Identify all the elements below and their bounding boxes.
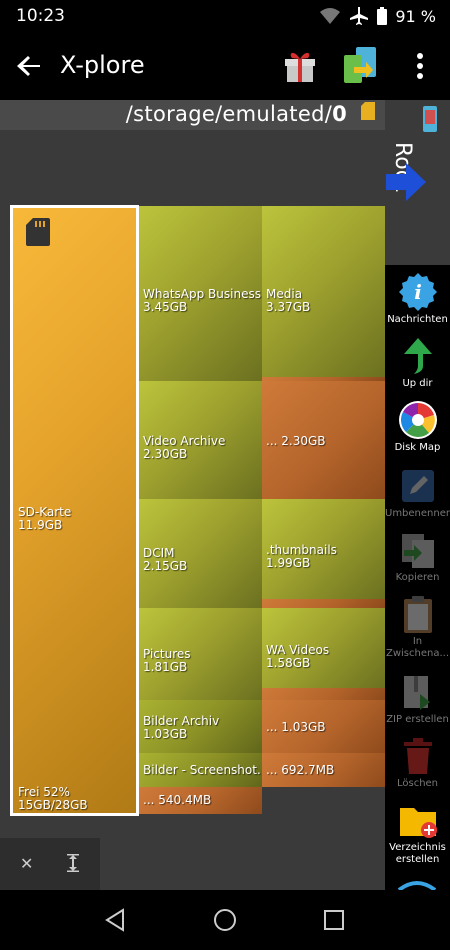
folder-block[interactable]: WA Videos 1.58GB — [262, 608, 385, 688]
current-path: /storage/emulated/0 — [125, 102, 347, 126]
expand-icon[interactable] — [66, 854, 80, 872]
toolbar-umbenennen[interactable]: Umbenennen — [385, 466, 450, 520]
battery-icon — [377, 7, 388, 25]
sd-card-icon — [26, 218, 50, 246]
partial-toolbar-icon — [397, 881, 437, 890]
overflow-menu-icon[interactable] — [410, 50, 430, 82]
folder-block[interactable]: ... 1.03GB — [262, 700, 385, 753]
sd-card-free-detail: 15GB/28GB — [18, 798, 88, 812]
wifi-icon — [320, 8, 341, 24]
svg-text:i: i — [414, 280, 422, 304]
sd-card-block[interactable]: SD-Karte 11.9GB Frei 52% 15GB/28GB — [10, 205, 139, 816]
info-icon: i — [398, 273, 437, 311]
phone-icon — [423, 106, 437, 132]
back-arrow-icon[interactable] — [14, 50, 46, 82]
status-icons: 91 % — [319, 6, 436, 26]
folder-block[interactable]: Media 3.37GB — [262, 206, 385, 377]
folder-block[interactable]: Video Archive 2.30GB — [139, 381, 262, 499]
folder-block[interactable]: ... 692.7MB — [262, 753, 385, 787]
disk-map-icon — [398, 401, 437, 439]
sd-card-size: 11.9GB — [18, 518, 63, 532]
trash-icon — [403, 738, 432, 774]
folder-block[interactable]: ... 540.4MB — [139, 787, 262, 814]
toolbar-in-zwischenablage[interactable]: In Zwischena... — [385, 594, 450, 660]
copy-icon — [401, 534, 434, 568]
toolbar-nachrichten[interactable]: i Nachrichten — [385, 272, 450, 326]
blue-arrow-icon — [386, 163, 426, 201]
zip-icon — [403, 676, 430, 710]
rename-icon — [401, 470, 434, 502]
toolbar-disk-map[interactable]: Disk Map — [385, 400, 450, 454]
app-manager-icon[interactable] — [342, 45, 378, 85]
nav-home-icon[interactable] — [213, 908, 237, 932]
new-folder-icon — [399, 808, 437, 838]
up-arrow-icon — [403, 338, 432, 374]
folder-block[interactable]: DCIM 2.15GB — [139, 499, 262, 608]
folder-block[interactable]: Bilder - Screenshot... — [139, 753, 262, 787]
nav-back-icon[interactable] — [103, 908, 127, 932]
right-toolbar: Root i Nachrichten Up dir Disk Map Umben… — [385, 100, 450, 890]
gift-icon[interactable] — [282, 47, 318, 83]
folder-block[interactable]: Pictures 1.81GB — [139, 608, 262, 700]
status-time: 10:23 — [16, 6, 65, 26]
folder-block[interactable] — [262, 688, 385, 700]
toolbar-up-dir[interactable]: Up dir — [385, 336, 450, 390]
app-bar: X-plore — [0, 32, 450, 100]
folder-block[interactable]: Bilder Archiv 1.03GB — [139, 700, 262, 753]
folder-block[interactable]: WhatsApp Business... 3.45GB — [139, 206, 262, 381]
toolbar-zip-erstellen[interactable]: ZIP erstellen — [385, 672, 450, 726]
folder-block[interactable] — [262, 599, 385, 608]
toolbar-loeschen[interactable]: Löschen — [385, 736, 450, 790]
disk-map-area: /storage/emulated/0 SD-Karte 11.9GB Frei… — [0, 100, 385, 890]
sd-card-mini-icon — [361, 102, 375, 120]
bottom-tools: ✕ — [0, 838, 100, 890]
nav-recents-icon[interactable] — [322, 908, 346, 932]
clipboard-icon — [403, 596, 432, 633]
status-bar: 10:23 91 % — [0, 0, 450, 32]
toolbar-verzeichnis-erstellen[interactable]: Verzeichnis erstellen — [385, 800, 450, 866]
folder-block[interactable]: .thumbnails 1.99GB — [262, 499, 385, 599]
folder-block[interactable]: ... 2.30GB — [262, 381, 385, 499]
toolbar-kopieren[interactable]: Kopieren — [385, 530, 450, 584]
airplane-icon — [350, 7, 369, 25]
path-bar: /storage/emulated/0 — [0, 100, 385, 130]
navigation-bar — [0, 890, 450, 950]
app-title: X-plore — [60, 51, 145, 79]
close-icon[interactable]: ✕ — [20, 854, 33, 873]
battery-percent: 91 % — [395, 6, 436, 26]
